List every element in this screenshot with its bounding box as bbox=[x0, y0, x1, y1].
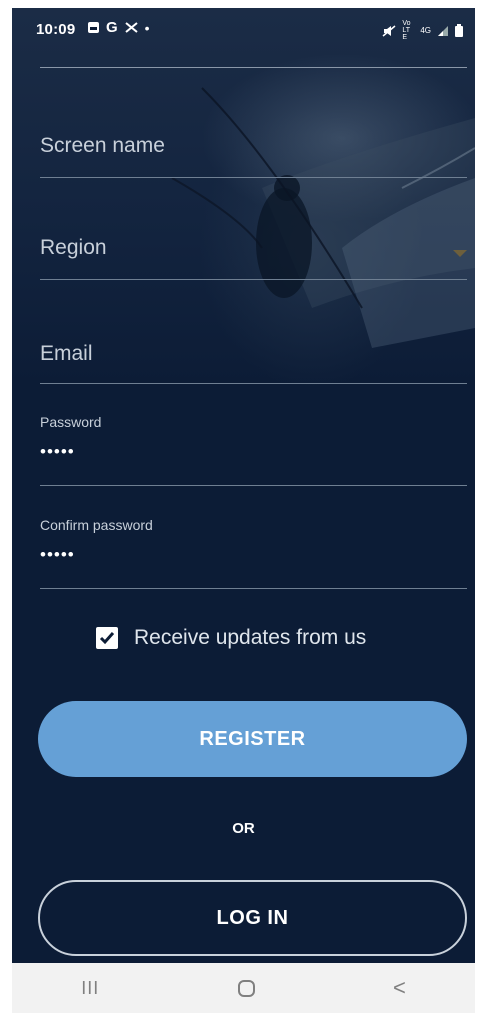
status-left-icons: G • bbox=[87, 19, 150, 36]
updates-checkbox[interactable] bbox=[96, 627, 118, 649]
updates-checkbox-row[interactable]: Receive updates from us bbox=[96, 626, 366, 650]
recents-icon[interactable]: III bbox=[81, 978, 99, 999]
home-icon[interactable] bbox=[237, 979, 255, 997]
confirm-password-label: Confirm password bbox=[40, 517, 153, 533]
updates-checkbox-label: Receive updates from us bbox=[134, 626, 367, 649]
region-label: Region bbox=[40, 236, 107, 259]
checkmark-icon bbox=[99, 632, 115, 645]
previous-field-partial[interactable] bbox=[40, 36, 467, 68]
4g-icon: 4G bbox=[420, 26, 431, 35]
password-field[interactable]: Password ••••• bbox=[40, 408, 467, 486]
password-label: Password bbox=[40, 414, 102, 430]
gallery-icon bbox=[88, 22, 99, 33]
mute-icon bbox=[382, 24, 396, 37]
confirm-password-field[interactable]: Confirm password ••••• bbox=[40, 511, 467, 589]
dot-icon: • bbox=[144, 19, 150, 36]
region-select[interactable]: Region bbox=[40, 220, 467, 280]
email-label: Email bbox=[40, 342, 93, 365]
system-nav-bar: III < bbox=[12, 963, 475, 1013]
login-button[interactable]: LOG IN bbox=[38, 880, 467, 956]
confirm-password-value[interactable]: ••••• bbox=[40, 545, 75, 565]
dropdown-arrow-icon[interactable] bbox=[453, 250, 467, 257]
signal-icon bbox=[438, 25, 448, 36]
password-value[interactable]: ••••• bbox=[40, 442, 75, 462]
missed-call-icon bbox=[125, 22, 138, 33]
back-icon[interactable]: < bbox=[393, 975, 406, 1001]
screen-name-field[interactable]: Screen name bbox=[40, 118, 467, 178]
register-button[interactable]: REGISTER bbox=[38, 701, 467, 777]
or-divider: OR bbox=[232, 820, 255, 837]
screen-name-label: Screen name bbox=[40, 134, 165, 157]
app-screen: 10:09 G • VoLTE 4G Screen name Region Em… bbox=[12, 8, 475, 1013]
google-icon: G bbox=[106, 19, 118, 36]
email-field[interactable]: Email bbox=[40, 326, 467, 384]
